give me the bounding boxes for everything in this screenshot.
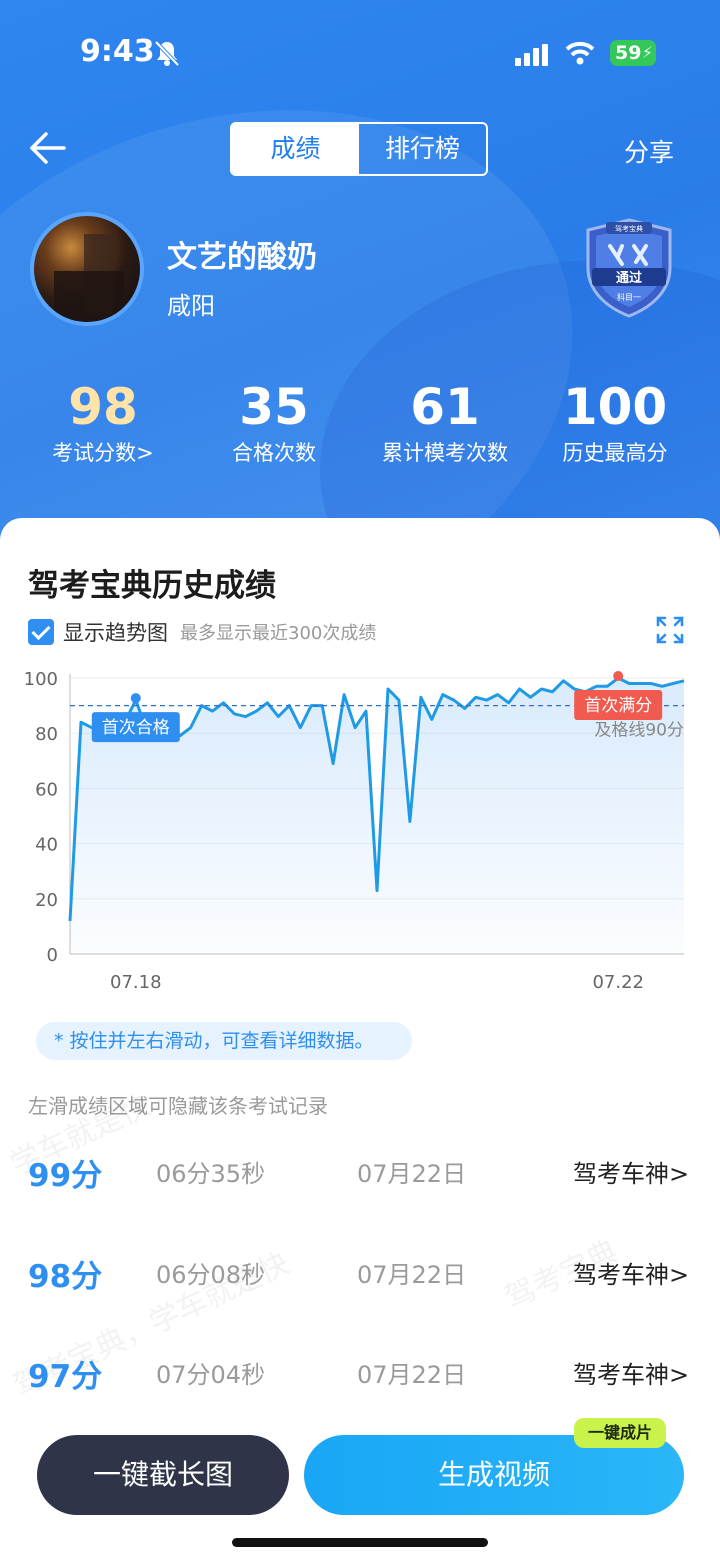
y-tick-label: 20 bbox=[35, 890, 58, 911]
stat-value: 98 bbox=[68, 378, 138, 436]
record-date: 07月22日 bbox=[357, 1261, 467, 1289]
user-city: 咸阳 bbox=[167, 292, 215, 320]
fullscreen-icon[interactable] bbox=[656, 616, 684, 644]
status-bar: 9:43 59 ⚡ bbox=[0, 0, 720, 110]
record-level-link[interactable]: 驾考车神> bbox=[573, 1355, 689, 1390]
stat-value: 35 bbox=[239, 378, 309, 436]
stat-label: 历史最高分 bbox=[562, 441, 668, 465]
stat-label: 考试分数> bbox=[52, 441, 154, 465]
history-title: 驾考宝典历史成绩 bbox=[28, 568, 276, 604]
avatar[interactable] bbox=[30, 212, 144, 326]
charging-icon: ⚡ bbox=[641, 43, 653, 62]
pass-line-label: 及格线90分 bbox=[594, 721, 684, 741]
trend-toggle-row: 显示趋势图 最多显示最近300次成绩 bbox=[28, 617, 376, 647]
record-date: 07月22日 bbox=[357, 1160, 467, 1188]
record-level-link[interactable]: 驾考车神> bbox=[573, 1255, 689, 1290]
stat-label: 合格次数 bbox=[232, 441, 316, 465]
record-score: 99分 bbox=[28, 1158, 103, 1194]
record-duration: 06分35秒 bbox=[156, 1160, 266, 1188]
status-time: 9:43 bbox=[80, 34, 155, 69]
stat-label: 累计模考次数 bbox=[382, 441, 508, 465]
y-tick-label: 80 bbox=[35, 724, 58, 745]
trend-label[interactable]: 显示趋势图 bbox=[63, 617, 168, 647]
x-tick-label: 07.18 bbox=[110, 972, 162, 993]
score-trend-chart[interactable]: 0 20 40 60 80 100 及格线90分 07.18 07.22 首次合格 首次满分 bbox=[0, 660, 720, 1000]
y-tick-label: 0 bbox=[47, 945, 58, 966]
wifi-icon bbox=[565, 41, 595, 65]
home-indicator bbox=[232, 1538, 488, 1547]
y-tick-label: 100 bbox=[24, 669, 58, 690]
record-score: 98分 bbox=[28, 1259, 103, 1295]
long-screenshot-button[interactable]: 一键截长图 bbox=[37, 1435, 289, 1515]
badge-subject: 科目一 bbox=[617, 292, 641, 302]
y-tick-label: 40 bbox=[35, 835, 58, 856]
stat-mock-count: 61 累计模考次数 bbox=[355, 378, 535, 468]
record-date: 07月22日 bbox=[357, 1361, 467, 1389]
battery-level: 59 bbox=[615, 42, 642, 64]
slide-hint: * 按住并左右滑动，可查看详细数据。 bbox=[36, 1022, 412, 1060]
record-duration: 06分08秒 bbox=[156, 1261, 266, 1289]
badge-status: 通过 bbox=[616, 270, 642, 286]
share-button[interactable]: 分享 bbox=[624, 133, 674, 169]
tab-score[interactable]: 成绩 bbox=[232, 124, 359, 174]
annotation-point bbox=[130, 693, 141, 704]
back-arrow-icon[interactable] bbox=[28, 128, 68, 168]
y-tick-label: 60 bbox=[35, 779, 58, 800]
stat-value: 61 bbox=[410, 378, 480, 436]
stat-best-score: 100 历史最高分 bbox=[525, 378, 705, 468]
stat-value: 100 bbox=[562, 378, 668, 436]
badge-brand: 驾考宝典 bbox=[615, 224, 643, 233]
record-row[interactable]: 98分 06分08秒 07月22日 驾考车神> bbox=[0, 1251, 720, 1311]
bell-off-icon bbox=[154, 40, 180, 67]
trend-checkbox[interactable] bbox=[28, 619, 54, 645]
stat-exam-score[interactable]: 98 考试分数> bbox=[13, 378, 193, 468]
battery-indicator: 59 ⚡ bbox=[610, 40, 656, 66]
tab-ranking[interactable]: 排行榜 bbox=[359, 124, 486, 174]
annotation-point bbox=[613, 671, 624, 681]
record-score: 97分 bbox=[28, 1359, 103, 1395]
record-duration: 07分04秒 bbox=[156, 1361, 266, 1389]
record-level-link[interactable]: 驾考车神> bbox=[573, 1154, 689, 1189]
trend-hint: 最多显示最近300次成绩 bbox=[180, 623, 377, 644]
stats-row: 98 考试分数> 35 合格次数 61 累计模考次数 100 历史最高分 bbox=[0, 378, 720, 478]
tab-switcher: 成绩 排行榜 bbox=[230, 122, 488, 176]
record-row[interactable]: 97分 07分04秒 07月22日 驾考车神> bbox=[0, 1351, 720, 1411]
x-tick-label: 07.22 bbox=[592, 972, 644, 993]
pass-badge-icon: 驾考宝典 通过 科目一 bbox=[586, 218, 672, 318]
annotation-label: 首次合格 bbox=[102, 718, 170, 738]
annotation-label: 首次满分 bbox=[584, 696, 652, 716]
username: 文艺的酸奶 bbox=[167, 240, 317, 275]
record-row[interactable]: 99分 06分35秒 07月22日 驾考车神> bbox=[0, 1150, 720, 1210]
signal-icon bbox=[515, 44, 548, 66]
one-click-video-tag: 一键成片 bbox=[574, 1418, 666, 1448]
stat-pass-count: 35 合格次数 bbox=[184, 378, 364, 468]
